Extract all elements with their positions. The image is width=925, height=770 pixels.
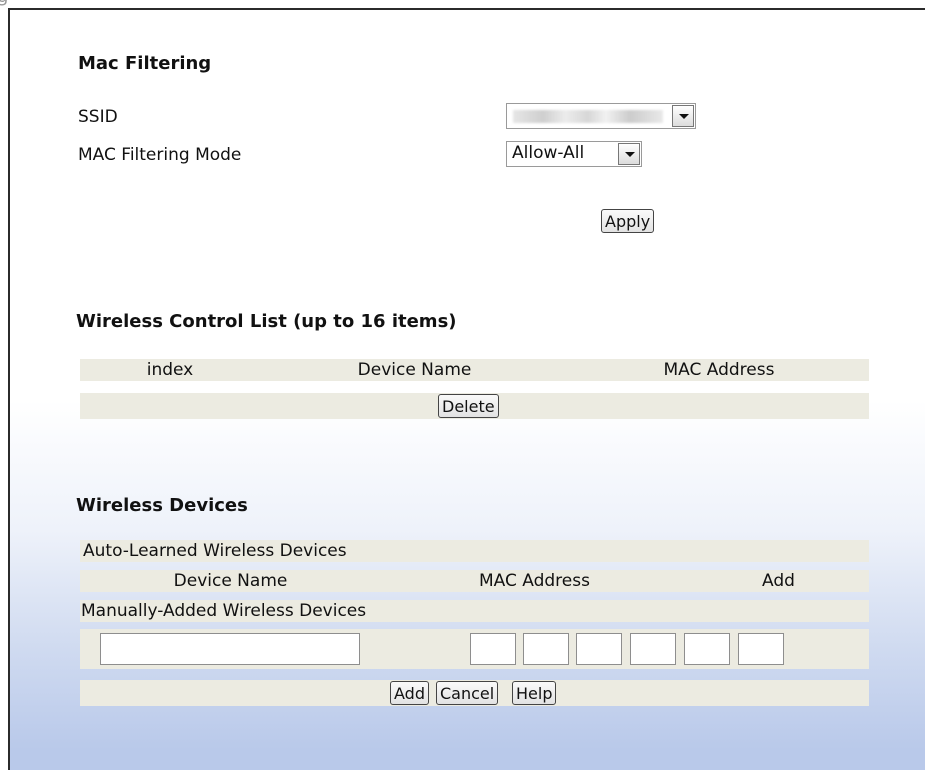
device-name-input[interactable] [100,633,360,665]
apply-button[interactable]: Apply [601,209,655,233]
mac-filtering-panel: Mac Filtering SSID MAC Filtering Mode Al… [8,8,925,770]
cancel-button[interactable]: Cancel [436,681,499,705]
auto-learned-row: Auto-Learned Wireless Devices [80,540,869,562]
help-button[interactable]: Help [512,681,557,705]
control-list-header-row: index Device Name MAC Address [80,359,869,381]
mac-octet-2-input[interactable] [523,633,569,665]
mac-octet-1-input[interactable] [470,633,516,665]
ssid-label: SSID [78,107,118,127]
mac-octet-4-input[interactable] [630,633,676,665]
ssid-select[interactable] [506,103,696,129]
auto-learned-label: Auto-Learned Wireless Devices [83,541,347,561]
column-header-index: index [80,359,260,381]
ssid-dropdown-arrow-icon[interactable] [672,105,694,127]
wireless-devices-heading: Wireless Devices [76,495,248,516]
control-list-action-row: Delete [80,393,869,419]
mac-filtering-heading: Mac Filtering [78,53,212,74]
mac-filtering-mode-value: Allow-All [512,143,585,163]
manual-entry-row [80,629,869,669]
manually-added-label: Manually-Added Wireless Devices [81,601,367,621]
mac-filtering-mode-select[interactable]: Allow-All [506,141,642,167]
manual-row: Manually-Added Wireless Devices [80,600,869,622]
column-header-device-name: Device Name [263,359,566,381]
mode-dropdown-arrow-icon[interactable] [618,143,640,165]
delete-button[interactable]: Delete [438,394,499,418]
column-header-mac-address: MAC Address [384,570,685,592]
mac-octet-3-input[interactable] [576,633,622,665]
mac-octet-6-input[interactable] [738,633,784,665]
column-header-device-name: Device Name [80,570,381,592]
mac-octet-5-input[interactable] [684,633,730,665]
mac-filtering-mode-label: MAC Filtering Mode [78,145,242,165]
wireless-devices-action-row: Add Cancel Help [80,680,869,706]
wireless-devices-header-row: Device Name MAC Address Add [80,570,869,592]
column-header-add: Add [688,570,869,592]
wireless-control-list-heading: Wireless Control List (up to 16 items) [76,311,457,332]
ssid-obscured-value [513,110,663,123]
column-header-mac-address: MAC Address [569,359,869,381]
add-button[interactable]: Add [390,681,429,705]
mac-cell [384,629,869,669]
